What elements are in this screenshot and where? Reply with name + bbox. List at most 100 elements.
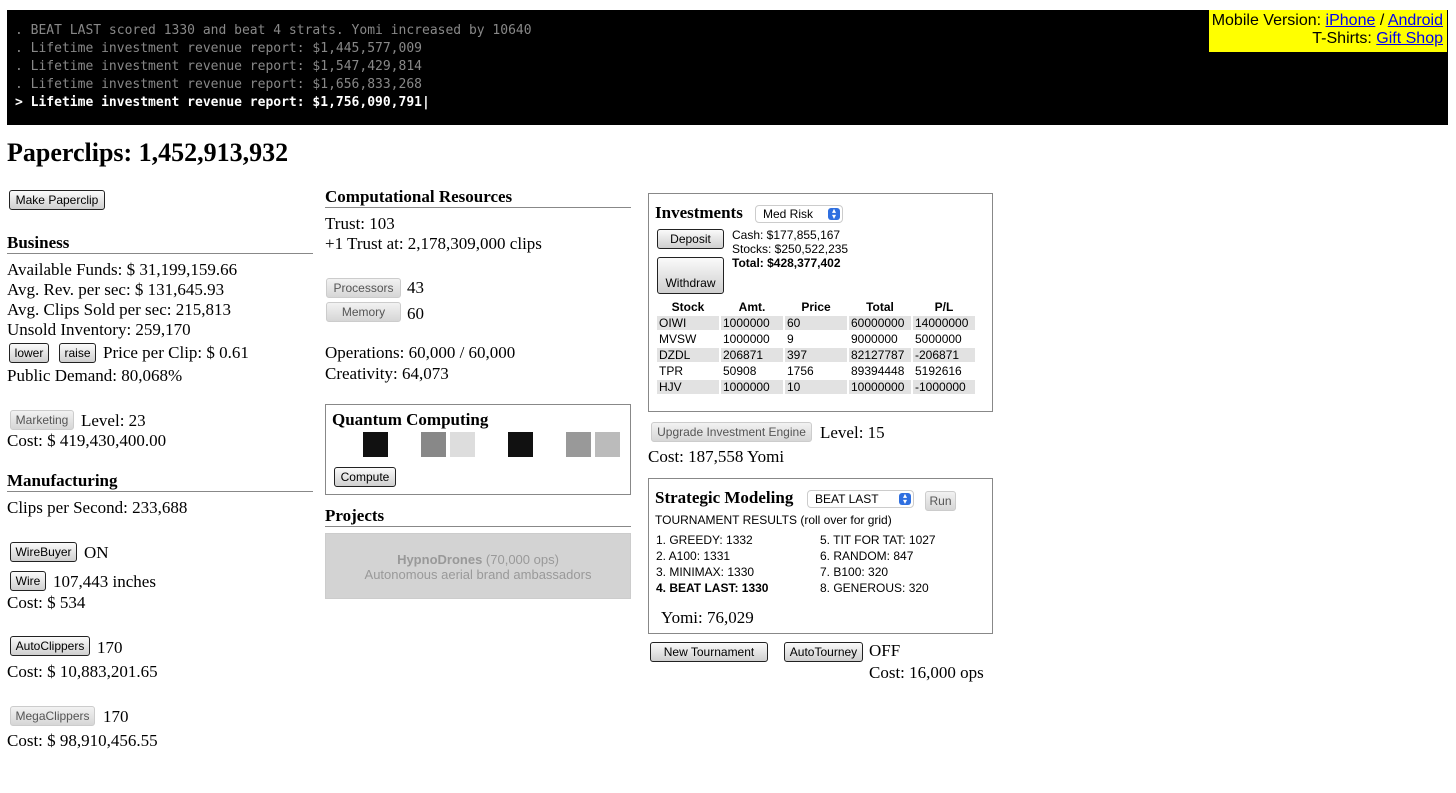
stock-price: 397 [785,348,847,362]
wirebuyer-button[interactable]: WireBuyer [10,542,77,562]
marketing-cost: Cost: $ 419,430,400.00 [7,431,167,450]
chevron-updown-icon: ▴ ▾ [899,492,911,506]
computational-resources-heading: Computational Resources [325,187,631,208]
stock-pl: -206871 [913,348,975,362]
autotourney-cost: Cost: 16,000 ops [869,663,984,682]
cash-value: Cash: $177,855,167 [732,228,841,242]
promo-box: Mobile Version: iPhone / Android T-Shirt… [1209,10,1447,52]
stock-total: 89394448 [851,364,905,378]
stock-total: 9000000 [851,332,898,346]
tshirts-label: T-Shirts: [1312,30,1372,47]
tournament-results-label[interactable]: TOURNAMENT RESULTS (roll over for grid) [655,513,892,527]
stock-pl: 14000000 [913,316,975,330]
console-current-line: > Lifetime investment revenue report: $1… [15,95,430,110]
investments-panel: Investments Med Risk ▴ ▾ Deposit Withdraw… [648,193,993,412]
mobile-version-label: Mobile Version: [1211,12,1322,29]
risk-select-value: Med Risk [763,207,814,221]
processors-count: 43 [407,278,424,297]
console-line: . Lifetime investment revenue report: $1… [15,77,422,92]
investments-heading: Investments [655,203,743,222]
memory-button[interactable]: Memory [326,302,401,322]
stock-pl: -1000000 [913,380,975,394]
memory-count: 60 [407,304,424,323]
stock-name: MVSW [659,332,697,346]
autotourney-button[interactable]: AutoTourney [784,642,863,662]
next-trust: +1 Trust at: 2,178,309,000 clips [325,234,542,253]
run-button[interactable]: Run [925,491,956,511]
wire-amount: 107,443 inches [53,572,156,591]
stock-total: 60000000 [849,316,911,330]
raise-price-button[interactable]: raise [59,343,96,363]
quantum-chip [537,432,562,457]
avg-revenue: Avg. Rev. per sec: $ 131,645.93 [7,280,225,299]
stock-price: 9 [787,332,794,346]
investment-engine-cost: Cost: 187,558 Yomi [648,447,785,466]
results-right-column: 5. TIT FOR TAT: 1027 6. RANDOM: 847 7. B… [820,532,936,596]
stock-pl: 5000000 [915,332,962,346]
table-row: HJV 1000000 10 10000000 -1000000 [657,380,975,394]
result-item: 7. B100: 320 [820,565,889,579]
strategy-select[interactable]: BEAT LAST ▴ ▾ [807,490,914,508]
stock-price: 10 [785,380,847,394]
autoclippers-button[interactable]: AutoClippers [10,636,90,656]
trust-value: Trust: 103 [325,214,395,233]
avg-clips-sold: Avg. Clips Sold per sec: 215,813 [7,300,231,319]
stock-name: OIWI [657,316,719,330]
table-row: OIWI 1000000 60 60000000 14000000 [657,316,975,330]
risk-select[interactable]: Med Risk ▴ ▾ [755,205,843,223]
total-value: Total: $428,377,402 [732,256,841,270]
stock-price: 1756 [787,364,814,378]
megaclippers-button[interactable]: MegaClippers [10,706,95,726]
paperclip-count: Paperclips: 1,452,913,932 [7,138,289,167]
quantum-chip [479,432,504,457]
result-item: 1. GREEDY: 1332 [656,533,753,547]
deposit-button[interactable]: Deposit [657,229,724,249]
stocks-value: Stocks: $250,522,235 [732,242,849,256]
lower-price-button[interactable]: lower [9,343,49,363]
stock-name: HJV [657,380,719,394]
quantum-computing-panel: Quantum Computing Compute [325,404,631,495]
table-row: DZDL 206871 397 82127787 -206871 [657,348,975,362]
stock-name: DZDL [657,348,719,362]
project-description: Autonomous aerial brand ambassadors [364,567,592,582]
compute-button[interactable]: Compute [334,467,396,487]
stock-amount: 206871 [721,348,783,362]
unsold-inventory: Unsold Inventory: 259,170 [7,320,191,339]
buy-wire-button[interactable]: Wire [10,571,46,591]
creativity: Creativity: 64,073 [325,364,449,383]
link-separator: / [1379,12,1385,29]
autotourney-state: OFF [869,641,901,660]
chevron-updown-icon: ▴ ▾ [828,207,840,221]
new-tournament-button[interactable]: New Tournament [650,642,768,662]
android-link[interactable]: Android [1388,12,1443,29]
stock-price: 60 [785,316,847,330]
project-ops: (70,000 ops) [485,552,559,567]
stock-amount: 1000000 [723,332,770,346]
iphone-link[interactable]: iPhone [1326,12,1376,29]
processors-button[interactable]: Processors [326,278,401,298]
console-line: . BEAT LAST scored 1330 and beat 4 strat… [15,23,532,38]
business-heading: Business [7,233,313,254]
make-paperclip-button[interactable]: Make Paperclip [9,190,105,210]
column-header: Stock [671,300,705,314]
price-per-clip: Price per Clip: $ 0.61 [103,343,249,362]
withdraw-button[interactable]: Withdraw [657,257,724,294]
result-item-current: 4. BEAT LAST: 1330 [656,581,769,595]
investment-engine-level: Level: 15 [820,423,885,442]
marketing-button[interactable]: Marketing [10,410,74,430]
result-item: 6. RANDOM: 847 [820,549,914,563]
results-left-column: 1. GREEDY: 1332 2. A100: 1331 3. MINIMAX… [656,532,768,596]
console-line: . Lifetime investment revenue report: $1… [15,59,422,74]
stock-amount: 1000000 [721,316,783,330]
table-row: MVSW 1000000 9 9000000 5000000 [657,332,975,346]
quantum-chip [508,432,533,457]
gift-shop-link[interactable]: Gift Shop [1376,30,1443,47]
clips-per-second: Clips per Second: 233,688 [7,498,188,517]
result-item: 8. GENEROUS: 320 [820,581,929,595]
stocks-table: Stock Amt. Price Total P/L OIWI 1000000 … [655,298,977,396]
projects-heading: Projects [325,506,631,527]
manufacturing-heading: Manufacturing [7,471,313,492]
upgrade-investment-engine-button[interactable]: Upgrade Investment Engine [651,422,812,442]
project-hypnodrones[interactable]: HypnoDrones (70,000 ops) Autonomous aeri… [325,533,631,599]
megaclippers-cost: Cost: $ 98,910,456.55 [7,731,158,750]
